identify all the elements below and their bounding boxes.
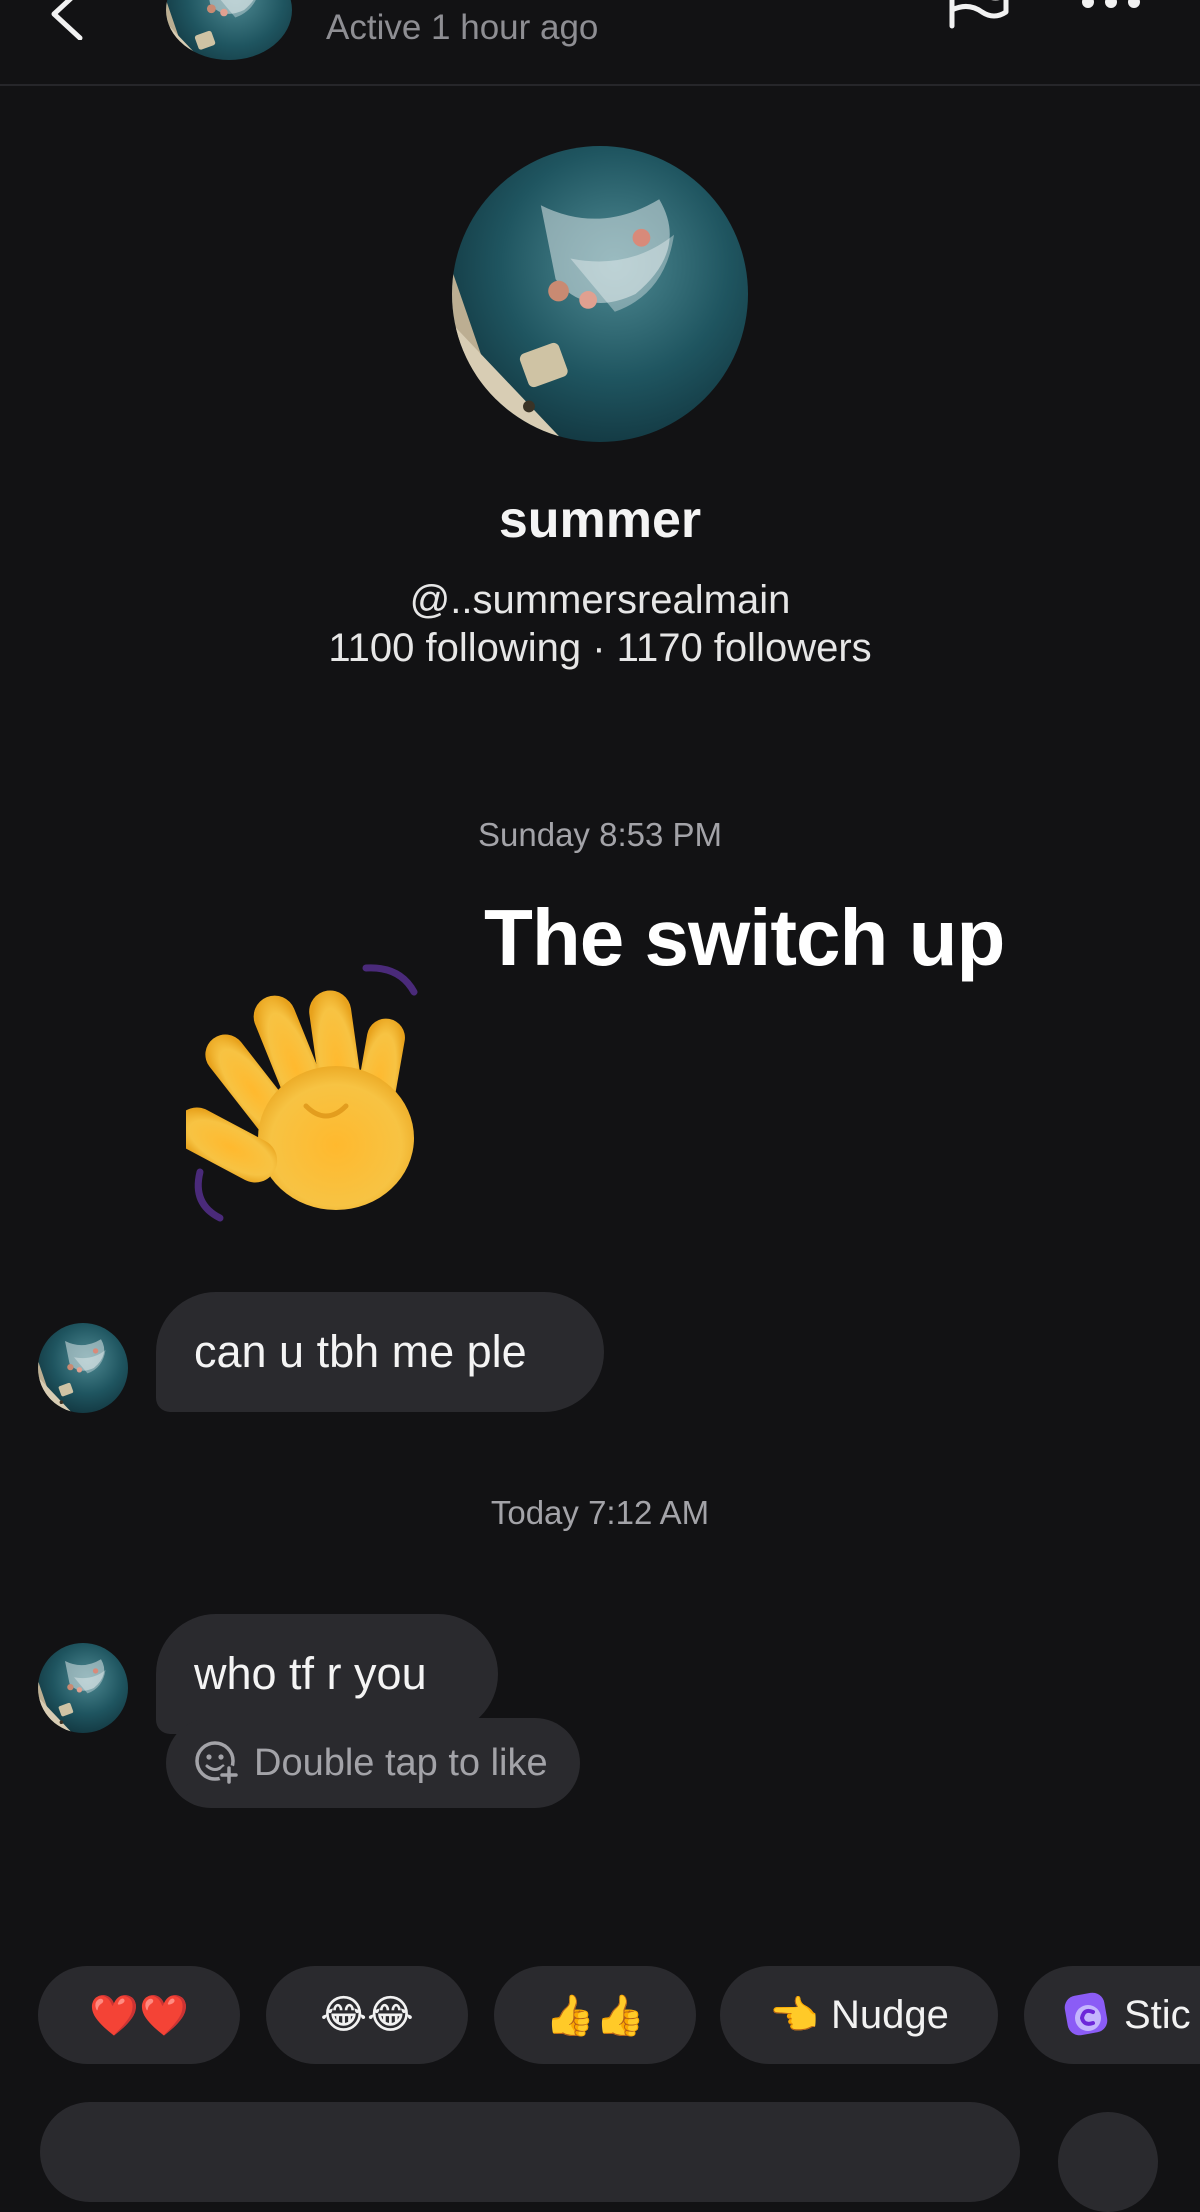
chat-header: Active 1 hour ago: [0, 0, 1200, 86]
sticker-caption: The switch up: [484, 893, 1005, 982]
nudge-emoji: 👈: [769, 1993, 819, 2038]
quick-reaction-thumbs-up[interactable]: 👍👍: [494, 1966, 696, 2064]
message-text: can u tbh me ple: [194, 1326, 527, 1377]
chevron-left-icon: [51, 0, 83, 41]
thumbs-up-emoji: 👍👍: [545, 1993, 645, 2038]
profile-name[interactable]: summer: [0, 490, 1200, 550]
waving-hand-icon[interactable]: [174, 956, 446, 1226]
active-status: Active 1 hour ago: [326, 8, 599, 47]
double-tap-like-hint[interactable]: Double tap to like: [166, 1718, 580, 1808]
timestamp: Sunday 8:53 PM: [478, 816, 722, 853]
profile-stats: 1100 following · 1170 followers: [328, 626, 872, 670]
message-text: who tf r you: [194, 1648, 427, 1699]
sticker-icon: [1064, 1992, 1108, 2036]
more-horizontal-icon: [1082, 0, 1140, 8]
laughing-emoji: 😂😂: [320, 1993, 414, 2037]
message-input[interactable]: [40, 2102, 1020, 2202]
message-bubble[interactable]: can u tbh me ple: [156, 1292, 604, 1412]
sender-avatar[interactable]: [38, 1323, 128, 1413]
add-reaction-icon: [195, 1741, 239, 1785]
nudge-label: Nudge: [830, 1992, 949, 2037]
composer-action-button[interactable]: [1058, 2112, 1158, 2212]
nudge-button[interactable]: 👈 Nudge: [720, 1966, 998, 2064]
flag-icon: [949, 0, 1009, 29]
like-hint-text: Double tap to like: [254, 1741, 548, 1784]
hearts-emoji: ❤️❤️: [89, 1993, 189, 2038]
more-options-button[interactable]: [1076, 0, 1146, 16]
report-button[interactable]: [944, 0, 1014, 30]
quick-reaction-laughing[interactable]: 😂😂: [266, 1966, 468, 2064]
sender-avatar[interactable]: [38, 1643, 128, 1733]
quick-reaction-hearts[interactable]: ❤️❤️: [38, 1966, 240, 2064]
profile-avatar[interactable]: [452, 146, 748, 442]
profile-handle: @..summersrealmain: [409, 578, 791, 622]
sticker-button[interactable]: Stic: [1024, 1966, 1200, 2064]
header-avatar[interactable]: [166, 0, 292, 60]
back-button[interactable]: [40, 0, 100, 41]
message-bubble[interactable]: who tf r you: [156, 1614, 498, 1734]
timestamp: Today 7:12 AM: [490, 1494, 710, 1531]
sticker-label: Stic: [1124, 1992, 1191, 2037]
